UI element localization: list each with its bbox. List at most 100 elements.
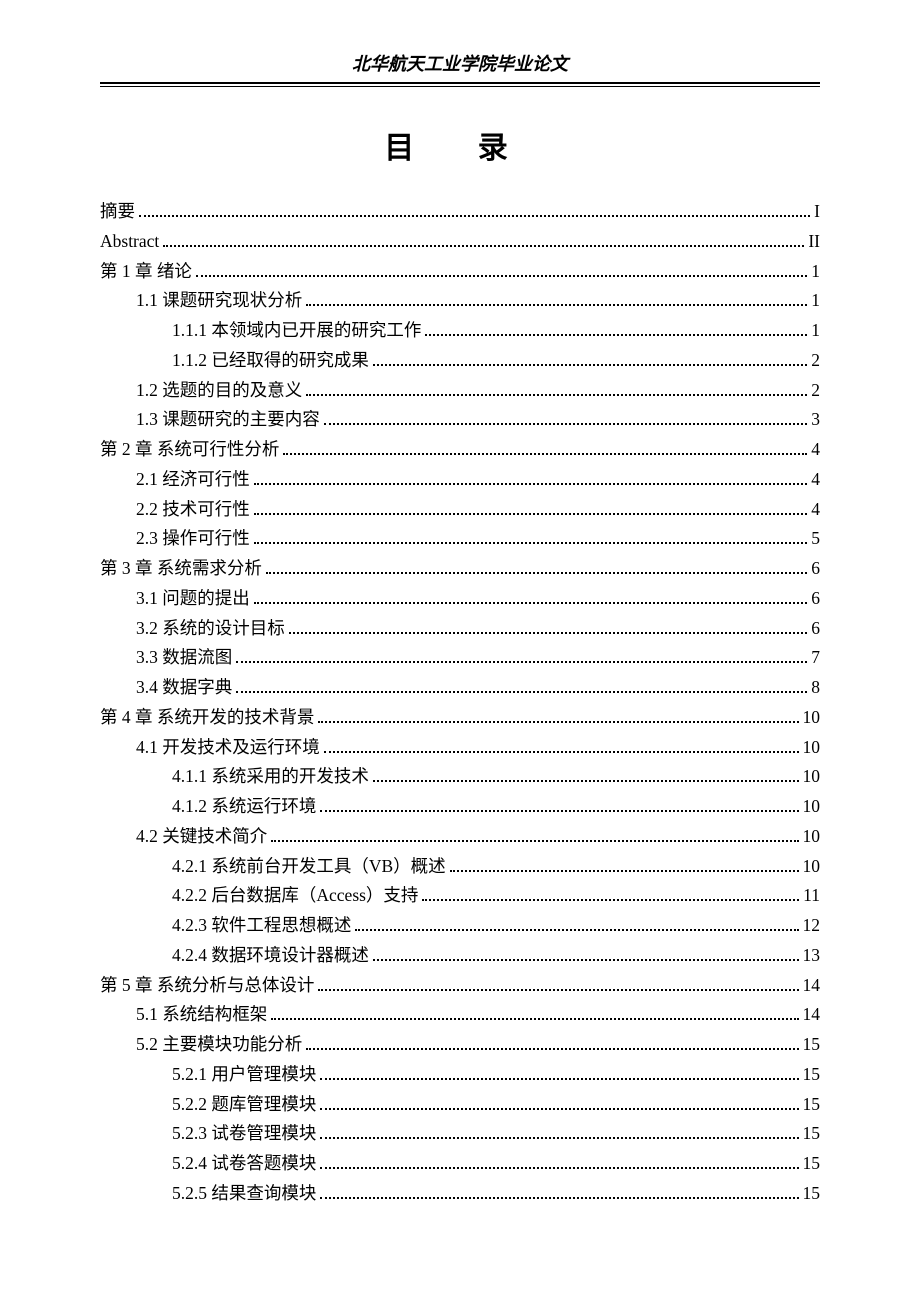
toc-entry[interactable]: 4.1.1 系统采用的开发技术10 xyxy=(100,762,820,792)
toc-entry[interactable]: 4.2.1 系统前台开发工具（VB）概述 10 xyxy=(100,852,820,882)
toc-entry-label: 4.2.1 系统前台开发工具（VB）概述 xyxy=(172,852,446,882)
toc-leader xyxy=(139,205,810,218)
toc-entry-page: 15 xyxy=(803,1060,821,1090)
toc-leader xyxy=(254,502,808,515)
toc-entry[interactable]: 3.2 系统的设计目标6 xyxy=(100,614,820,644)
toc-entry-label: 1.1 课题研究现状分析 xyxy=(136,286,302,316)
toc-entry[interactable]: 2.2 技术可行性4 xyxy=(100,495,820,525)
toc-entry-label: 5.2.5 结果查询模块 xyxy=(172,1179,316,1209)
toc-leader xyxy=(324,413,808,426)
toc-entry-page: 10 xyxy=(803,792,821,822)
toc-entry-label: 3.1 问题的提出 xyxy=(136,584,250,614)
toc-leader xyxy=(254,532,808,545)
toc-entry-label: Abstract xyxy=(100,227,159,257)
toc-entry[interactable]: 1.1.1 本领域内已开展的研究工作 1 xyxy=(100,316,820,346)
toc-entry-page: 1 xyxy=(811,257,820,287)
toc-entry-page: 15 xyxy=(803,1090,821,1120)
toc-entry[interactable]: 第 2 章 系统可行性分析4 xyxy=(100,435,820,465)
toc-leader xyxy=(283,443,807,456)
toc-entry[interactable]: 第 5 章 系统分析与总体设计14 xyxy=(100,971,820,1001)
toc-entry[interactable]: 4.2.4 数据环境设计器概述 13 xyxy=(100,941,820,971)
toc-title-text: 目 录 xyxy=(384,132,536,165)
toc-entry-label: 5.2.4 试卷答题模块 xyxy=(172,1149,316,1179)
toc-entry-page: 15 xyxy=(803,1119,821,1149)
toc-entry[interactable]: 1.1 课题研究现状分析 1 xyxy=(100,286,820,316)
toc-entry-page: 15 xyxy=(803,1030,821,1060)
toc-entry-page: 3 xyxy=(811,405,820,435)
toc-leader xyxy=(373,770,799,783)
toc-entry-page: 15 xyxy=(803,1179,821,1209)
toc-leader xyxy=(254,591,808,604)
toc-entry-label: 2.1 经济可行性 xyxy=(136,465,250,495)
toc-leader xyxy=(373,948,799,961)
toc-entry-label: 摘要 xyxy=(100,197,135,227)
toc-entry[interactable]: AbstractII xyxy=(100,227,820,257)
toc-entry[interactable]: 5.2.5 结果查询模块 15 xyxy=(100,1179,820,1209)
toc-entry-page: 13 xyxy=(803,941,821,971)
toc-entry[interactable]: 2.1 经济可行性4 xyxy=(100,465,820,495)
toc-entry[interactable]: 5.2.1 用户管理模块 15 xyxy=(100,1060,820,1090)
toc-title: 目 录 xyxy=(100,123,820,167)
toc-entry[interactable]: 1.1.2 已经取得的研究成果2 xyxy=(100,346,820,376)
toc-entry[interactable]: 4.2.3 软件工程思想概述12 xyxy=(100,911,820,941)
toc-entry-label: 4.1.1 系统采用的开发技术 xyxy=(172,762,369,792)
toc-entry[interactable]: 5.2.2 题库管理模块15 xyxy=(100,1090,820,1120)
toc-entry-label: 1.1.2 已经取得的研究成果 xyxy=(172,346,369,376)
toc-leader xyxy=(318,710,798,723)
toc-entry[interactable]: 第 4 章 系统开发的技术背景10 xyxy=(100,703,820,733)
toc-entry[interactable]: 3.3 数据流图7 xyxy=(100,643,820,673)
document-page: 北华航天工业学院毕业论文 目 录 摘要IAbstractII第 1 章 绪论11… xyxy=(0,0,920,1302)
toc-entry-page: I xyxy=(814,197,820,227)
toc-entry-label: 1.2 选题的目的及意义 xyxy=(136,376,302,406)
toc-leader xyxy=(289,621,808,634)
toc-entry-label: 2.2 技术可行性 xyxy=(136,495,250,525)
toc-entry-label: 5.2.1 用户管理模块 xyxy=(172,1060,316,1090)
toc-entry[interactable]: 1.3 课题研究的主要内容 3 xyxy=(100,405,820,435)
toc-leader xyxy=(266,562,807,575)
toc-entry-label: 第 5 章 系统分析与总体设计 xyxy=(100,971,314,1001)
toc-entry[interactable]: 摘要 I xyxy=(100,197,820,227)
toc-entry-page: 10 xyxy=(803,822,821,852)
toc-entry-page: 6 xyxy=(811,584,820,614)
toc-leader xyxy=(318,978,798,991)
toc-entry[interactable]: 1.2 选题的目的及意义2 xyxy=(100,376,820,406)
toc-leader xyxy=(355,919,798,932)
toc-entry-page: 1 xyxy=(811,286,820,316)
toc-entry-page: 14 xyxy=(803,1000,821,1030)
toc-entry[interactable]: 5.2.4 试卷答题模块 15 xyxy=(100,1149,820,1179)
toc-leader xyxy=(236,651,807,664)
toc-entry-label: 3.3 数据流图 xyxy=(136,643,232,673)
toc-entry-page: 15 xyxy=(803,1149,821,1179)
toc-entry[interactable]: 4.1.2 系统运行环境10 xyxy=(100,792,820,822)
toc-entry[interactable]: 3.1 问题的提出 6 xyxy=(100,584,820,614)
toc-entry[interactable]: 第 1 章 绪论1 xyxy=(100,257,820,287)
toc-entry-page: 10 xyxy=(803,852,821,882)
toc-entry-page: 1 xyxy=(811,316,820,346)
toc-leader xyxy=(236,681,807,694)
toc-leader xyxy=(163,234,804,247)
toc-leader xyxy=(306,383,807,396)
toc-entry-label: 第 3 章 系统需求分析 xyxy=(100,554,262,584)
toc-entry-label: 1.3 课题研究的主要内容 xyxy=(136,405,320,435)
toc-entry[interactable]: 2.3 操作可行性5 xyxy=(100,524,820,554)
toc-entry[interactable]: 4.1 开发技术及运行环境10 xyxy=(100,733,820,763)
toc-entry-label: 4.2.4 数据环境设计器概述 xyxy=(172,941,369,971)
toc-entry-label: 5.2.3 试卷管理模块 xyxy=(172,1119,316,1149)
toc-entry-label: 3.4 数据字典 xyxy=(136,673,232,703)
toc-entry[interactable]: 5.2.3 试卷管理模块 15 xyxy=(100,1119,820,1149)
toc-entry[interactable]: 4.2.2 后台数据库（Access）支持11 xyxy=(100,881,820,911)
toc-entry-label: 1.1.1 本领域内已开展的研究工作 xyxy=(172,316,421,346)
toc-leader xyxy=(320,1127,798,1140)
toc-entry[interactable]: 5.2 主要模块功能分析15 xyxy=(100,1030,820,1060)
toc-entry-label: 3.2 系统的设计目标 xyxy=(136,614,285,644)
toc-leader xyxy=(320,1097,798,1110)
toc-entry-page: 8 xyxy=(811,673,820,703)
toc-leader xyxy=(306,1038,798,1051)
toc-entry[interactable]: 5.1 系统结构框架14 xyxy=(100,1000,820,1030)
toc-leader xyxy=(425,324,807,337)
toc-entry[interactable]: 第 3 章 系统需求分析6 xyxy=(100,554,820,584)
toc-entry[interactable]: 4.2 关键技术简介10 xyxy=(100,822,820,852)
toc-entry-page: 5 xyxy=(811,524,820,554)
toc-entry[interactable]: 3.4 数据字典 8 xyxy=(100,673,820,703)
toc-entry-page: 10 xyxy=(803,733,821,763)
